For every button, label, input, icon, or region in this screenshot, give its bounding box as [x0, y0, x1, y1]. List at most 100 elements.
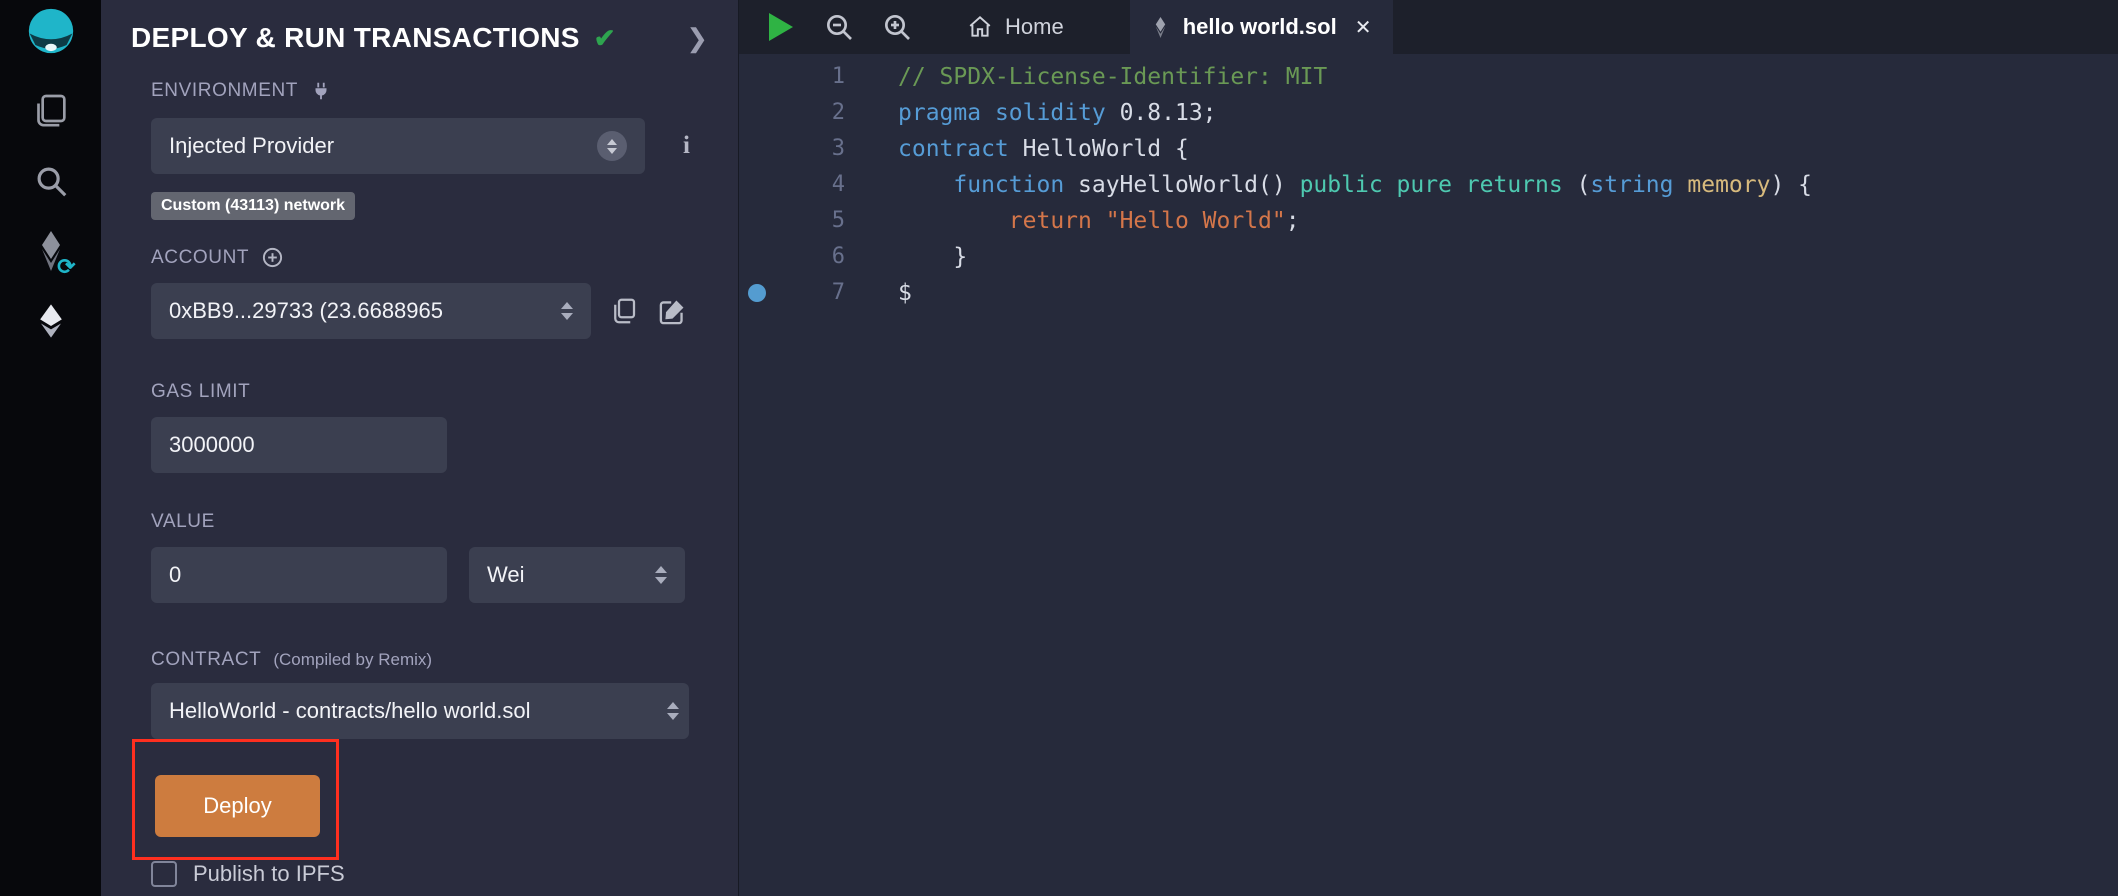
breakpoint-margin[interactable]: [739, 131, 775, 167]
environment-label: ENVIRONMENT: [151, 80, 298, 102]
environment-label-row: ENVIRONMENT: [151, 80, 710, 102]
account-label: ACCOUNT: [151, 247, 249, 269]
copy-icon: [609, 296, 639, 326]
deploy-panel: DEPLOY & RUN TRANSACTIONS ✔ ❯ ENVIRONMEN…: [101, 0, 739, 896]
code-lines: 1// SPDX-License-Identifier: MIT2pragma …: [739, 59, 2118, 311]
contract-select[interactable]: HelloWorld - contracts/hello world.sol: [151, 683, 689, 739]
code-line: 6 }: [739, 239, 2118, 275]
breakpoint-margin[interactable]: [739, 239, 775, 275]
plug-icon: [310, 80, 332, 102]
code-area: 1// SPDX-License-Identifier: MIT2pragma …: [739, 54, 2118, 896]
line-number[interactable]: 3: [775, 131, 845, 167]
tab-file-label: hello world.sol: [1183, 14, 1337, 40]
panel-title: DEPLOY & RUN TRANSACTIONS: [131, 22, 580, 54]
line-number[interactable]: 5: [775, 203, 845, 239]
icon-sidebar: ⟳: [0, 0, 101, 896]
code-line: 2pragma solidity 0.8.13;: [739, 95, 2118, 131]
file-explorer-icon[interactable]: [28, 88, 74, 134]
deploy-button[interactable]: Deploy: [155, 775, 320, 837]
code-text[interactable]: return "Hello World";: [845, 203, 1300, 239]
compiler-refresh-icon: ⟳: [57, 256, 75, 278]
chevron-right-icon[interactable]: ❯: [686, 23, 708, 54]
gas-limit-label-row: GAS LIMIT: [151, 381, 710, 403]
code-line: 1// SPDX-License-Identifier: MIT: [739, 59, 2118, 95]
contract-label-row: CONTRACT (Compiled by Remix): [151, 649, 710, 671]
home-icon: [967, 14, 993, 40]
gas-limit-label: GAS LIMIT: [151, 381, 250, 403]
contract-label: CONTRACT: [151, 649, 261, 671]
code-text[interactable]: }: [845, 239, 967, 275]
info-icon[interactable]: i: [683, 132, 690, 160]
account-label-row: ACCOUNT: [151, 246, 710, 269]
line-number[interactable]: 1: [775, 59, 845, 95]
check-icon: ✔: [594, 23, 616, 54]
value-unit-select[interactable]: Wei: [469, 547, 685, 603]
value-field: [151, 547, 447, 603]
account-select[interactable]: 0xBB9...29733 (23.6688965: [151, 283, 591, 339]
code-line: 4 function sayHelloWorld() public pure r…: [739, 167, 2118, 203]
publish-label: Publish to IPFS: [193, 861, 345, 887]
network-badge: Custom (43113) network: [151, 192, 355, 220]
breakpoint-margin[interactable]: [739, 95, 775, 131]
value-row: Wei: [151, 547, 710, 603]
tab-home-label: Home: [1005, 14, 1064, 40]
zoom-out-button[interactable]: [823, 0, 855, 54]
editor-tabbar: Home hello world.sol ✕: [739, 0, 2118, 54]
gas-limit-field: [151, 417, 447, 473]
value-input[interactable]: [169, 562, 429, 588]
solidity-compiler-icon[interactable]: ⟳: [28, 228, 74, 274]
deploy-row: Deploy: [151, 775, 710, 837]
zoom-out-icon: [823, 11, 855, 43]
line-number[interactable]: 4: [775, 167, 845, 203]
gas-limit-input[interactable]: [169, 432, 429, 458]
publish-row: Publish to IPFS: [151, 861, 710, 887]
remix-logo-icon[interactable]: [28, 8, 74, 54]
tab-hello-world-sol[interactable]: hello world.sol ✕: [1130, 0, 1394, 54]
line-number[interactable]: 6: [775, 239, 845, 275]
value-label-row: VALUE: [151, 511, 710, 533]
plus-circle-icon[interactable]: [261, 246, 284, 269]
play-icon: [769, 13, 793, 41]
select-arrows-icon: [561, 302, 573, 320]
contract-value: HelloWorld - contracts/hello world.sol: [169, 698, 665, 724]
contract-sublabel: (Compiled by Remix): [273, 650, 432, 670]
provider-status-icon: [597, 131, 627, 161]
breakpoint-margin[interactable]: [739, 203, 775, 239]
run-script-button[interactable]: [769, 0, 793, 54]
line-number[interactable]: 2: [775, 95, 845, 131]
breakpoint-gutter[interactable]: [739, 275, 775, 311]
search-icon[interactable]: [28, 158, 74, 204]
environment-row: Injected Provider i: [151, 118, 710, 174]
zoom-in-icon: [881, 11, 913, 43]
code-text[interactable]: contract HelloWorld {: [845, 131, 1189, 167]
account-row: 0xBB9...29733 (23.6688965: [151, 283, 710, 339]
select-arrows-icon: [667, 702, 679, 720]
code-line: 3contract HelloWorld {: [739, 131, 2118, 167]
value-label: VALUE: [151, 511, 215, 533]
code-text[interactable]: function sayHelloWorld() public pure ret…: [845, 167, 1812, 203]
breakpoint-margin[interactable]: [739, 167, 775, 203]
tab-home[interactable]: Home: [953, 0, 1078, 54]
code-text[interactable]: $: [845, 275, 912, 311]
breakpoint-margin[interactable]: [739, 59, 775, 95]
zoom-in-button[interactable]: [881, 0, 913, 54]
line-number[interactable]: 7: [775, 275, 845, 311]
value-unit: Wei: [487, 562, 645, 588]
code-text[interactable]: // SPDX-License-Identifier: MIT: [845, 59, 1327, 95]
select-arrows-icon: [655, 566, 667, 584]
solidity-file-icon: [1152, 17, 1169, 38]
deploy-and-run-icon[interactable]: [28, 298, 74, 344]
edit-account-button[interactable]: [657, 296, 688, 327]
close-tab-icon[interactable]: ✕: [1355, 15, 1372, 40]
code-text[interactable]: pragma solidity 0.8.13;: [845, 95, 1217, 131]
network-badge-row: Custom (43113) network: [151, 192, 710, 220]
environment-value: Injected Provider: [169, 133, 597, 159]
copy-account-button[interactable]: [609, 296, 639, 326]
remix-app: ⟳ DEPLOY & RUN TRANSACTIONS ✔ ❯ ENVIRONM…: [0, 0, 2118, 896]
account-value: 0xBB9...29733 (23.6688965: [169, 298, 551, 324]
breakpoint-dot-icon: [748, 284, 766, 302]
panel-header: DEPLOY & RUN TRANSACTIONS ✔ ❯: [101, 0, 738, 54]
code-line: 7$: [739, 275, 2118, 311]
environment-select[interactable]: Injected Provider: [151, 118, 645, 174]
publish-checkbox[interactable]: [151, 861, 177, 887]
